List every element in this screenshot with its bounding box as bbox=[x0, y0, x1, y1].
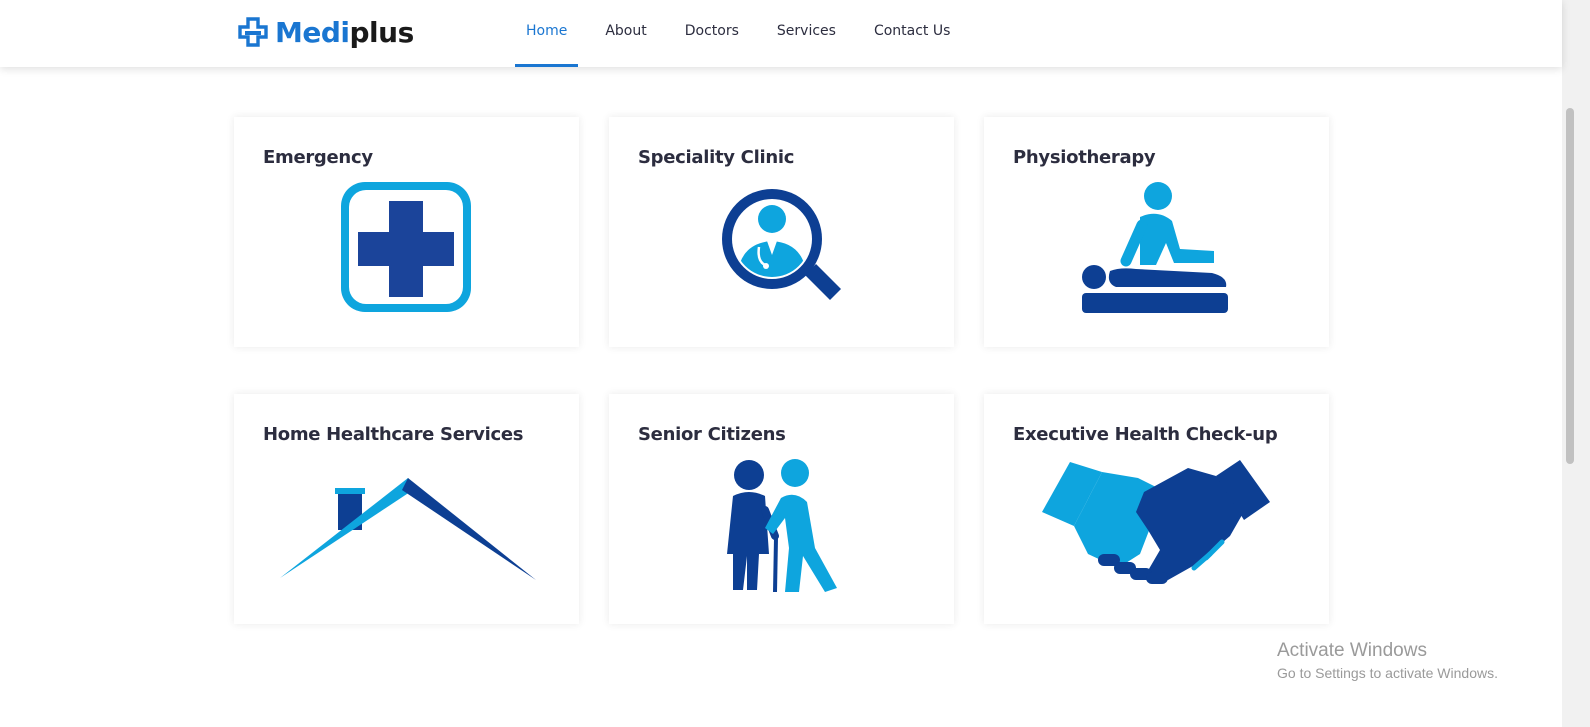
nav-contact-us[interactable]: Contact Us bbox=[863, 0, 961, 67]
watermark-subtitle: Go to Settings to activate Windows. bbox=[1277, 665, 1498, 681]
service-card-speciality-clinic[interactable]: Speciality Clinic bbox=[609, 117, 954, 347]
main-nav: Home About Doctors Services Contact Us bbox=[515, 0, 977, 67]
physiotherapy-icon bbox=[1082, 182, 1228, 313]
house-roof-icon bbox=[280, 478, 536, 580]
windows-activation-watermark: Activate Windows Go to Settings to activ… bbox=[1277, 640, 1498, 681]
service-title: Speciality Clinic bbox=[638, 147, 795, 168]
watermark-title: Activate Windows bbox=[1277, 640, 1427, 661]
service-title: Emergency bbox=[263, 147, 373, 168]
service-title: Physiotherapy bbox=[1013, 147, 1156, 168]
nav-services[interactable]: Services bbox=[766, 0, 847, 67]
doctor-search-icon bbox=[722, 189, 841, 300]
service-card-senior-citizens[interactable]: Senior Citizens bbox=[609, 394, 954, 624]
scrollbar-thumb[interactable] bbox=[1566, 108, 1574, 464]
service-title: Executive Health Check-up bbox=[1013, 424, 1278, 445]
service-card-executive-health-check-up[interactable]: Executive Health Check-up bbox=[984, 394, 1329, 624]
site-header: Mediplus Home About Doctors Services Con… bbox=[0, 0, 1562, 67]
service-card-physiotherapy[interactable]: Physiotherapy bbox=[984, 117, 1329, 347]
page-scrollbar[interactable] bbox=[1562, 0, 1590, 727]
cross-logo-icon bbox=[238, 17, 268, 47]
brand-suffix: plus bbox=[349, 15, 415, 49]
brand-name: Mediplus bbox=[275, 16, 414, 49]
service-card-home-healthcare-services[interactable]: Home Healthcare Services bbox=[234, 394, 579, 624]
service-card-emergency[interactable]: Emergency bbox=[234, 117, 579, 347]
medical-cross-icon bbox=[341, 182, 471, 312]
senior-citizens-icon bbox=[727, 459, 837, 593]
brand-prefix: Medi bbox=[275, 15, 350, 49]
handshake-icon bbox=[1042, 460, 1270, 584]
nav-doctors[interactable]: Doctors bbox=[674, 0, 750, 67]
nav-home[interactable]: Home bbox=[515, 0, 579, 67]
nav-about[interactable]: About bbox=[594, 0, 657, 67]
logo[interactable]: Mediplus bbox=[237, 12, 414, 52]
service-title: Senior Citizens bbox=[638, 424, 786, 445]
service-title: Home Healthcare Services bbox=[263, 424, 524, 445]
